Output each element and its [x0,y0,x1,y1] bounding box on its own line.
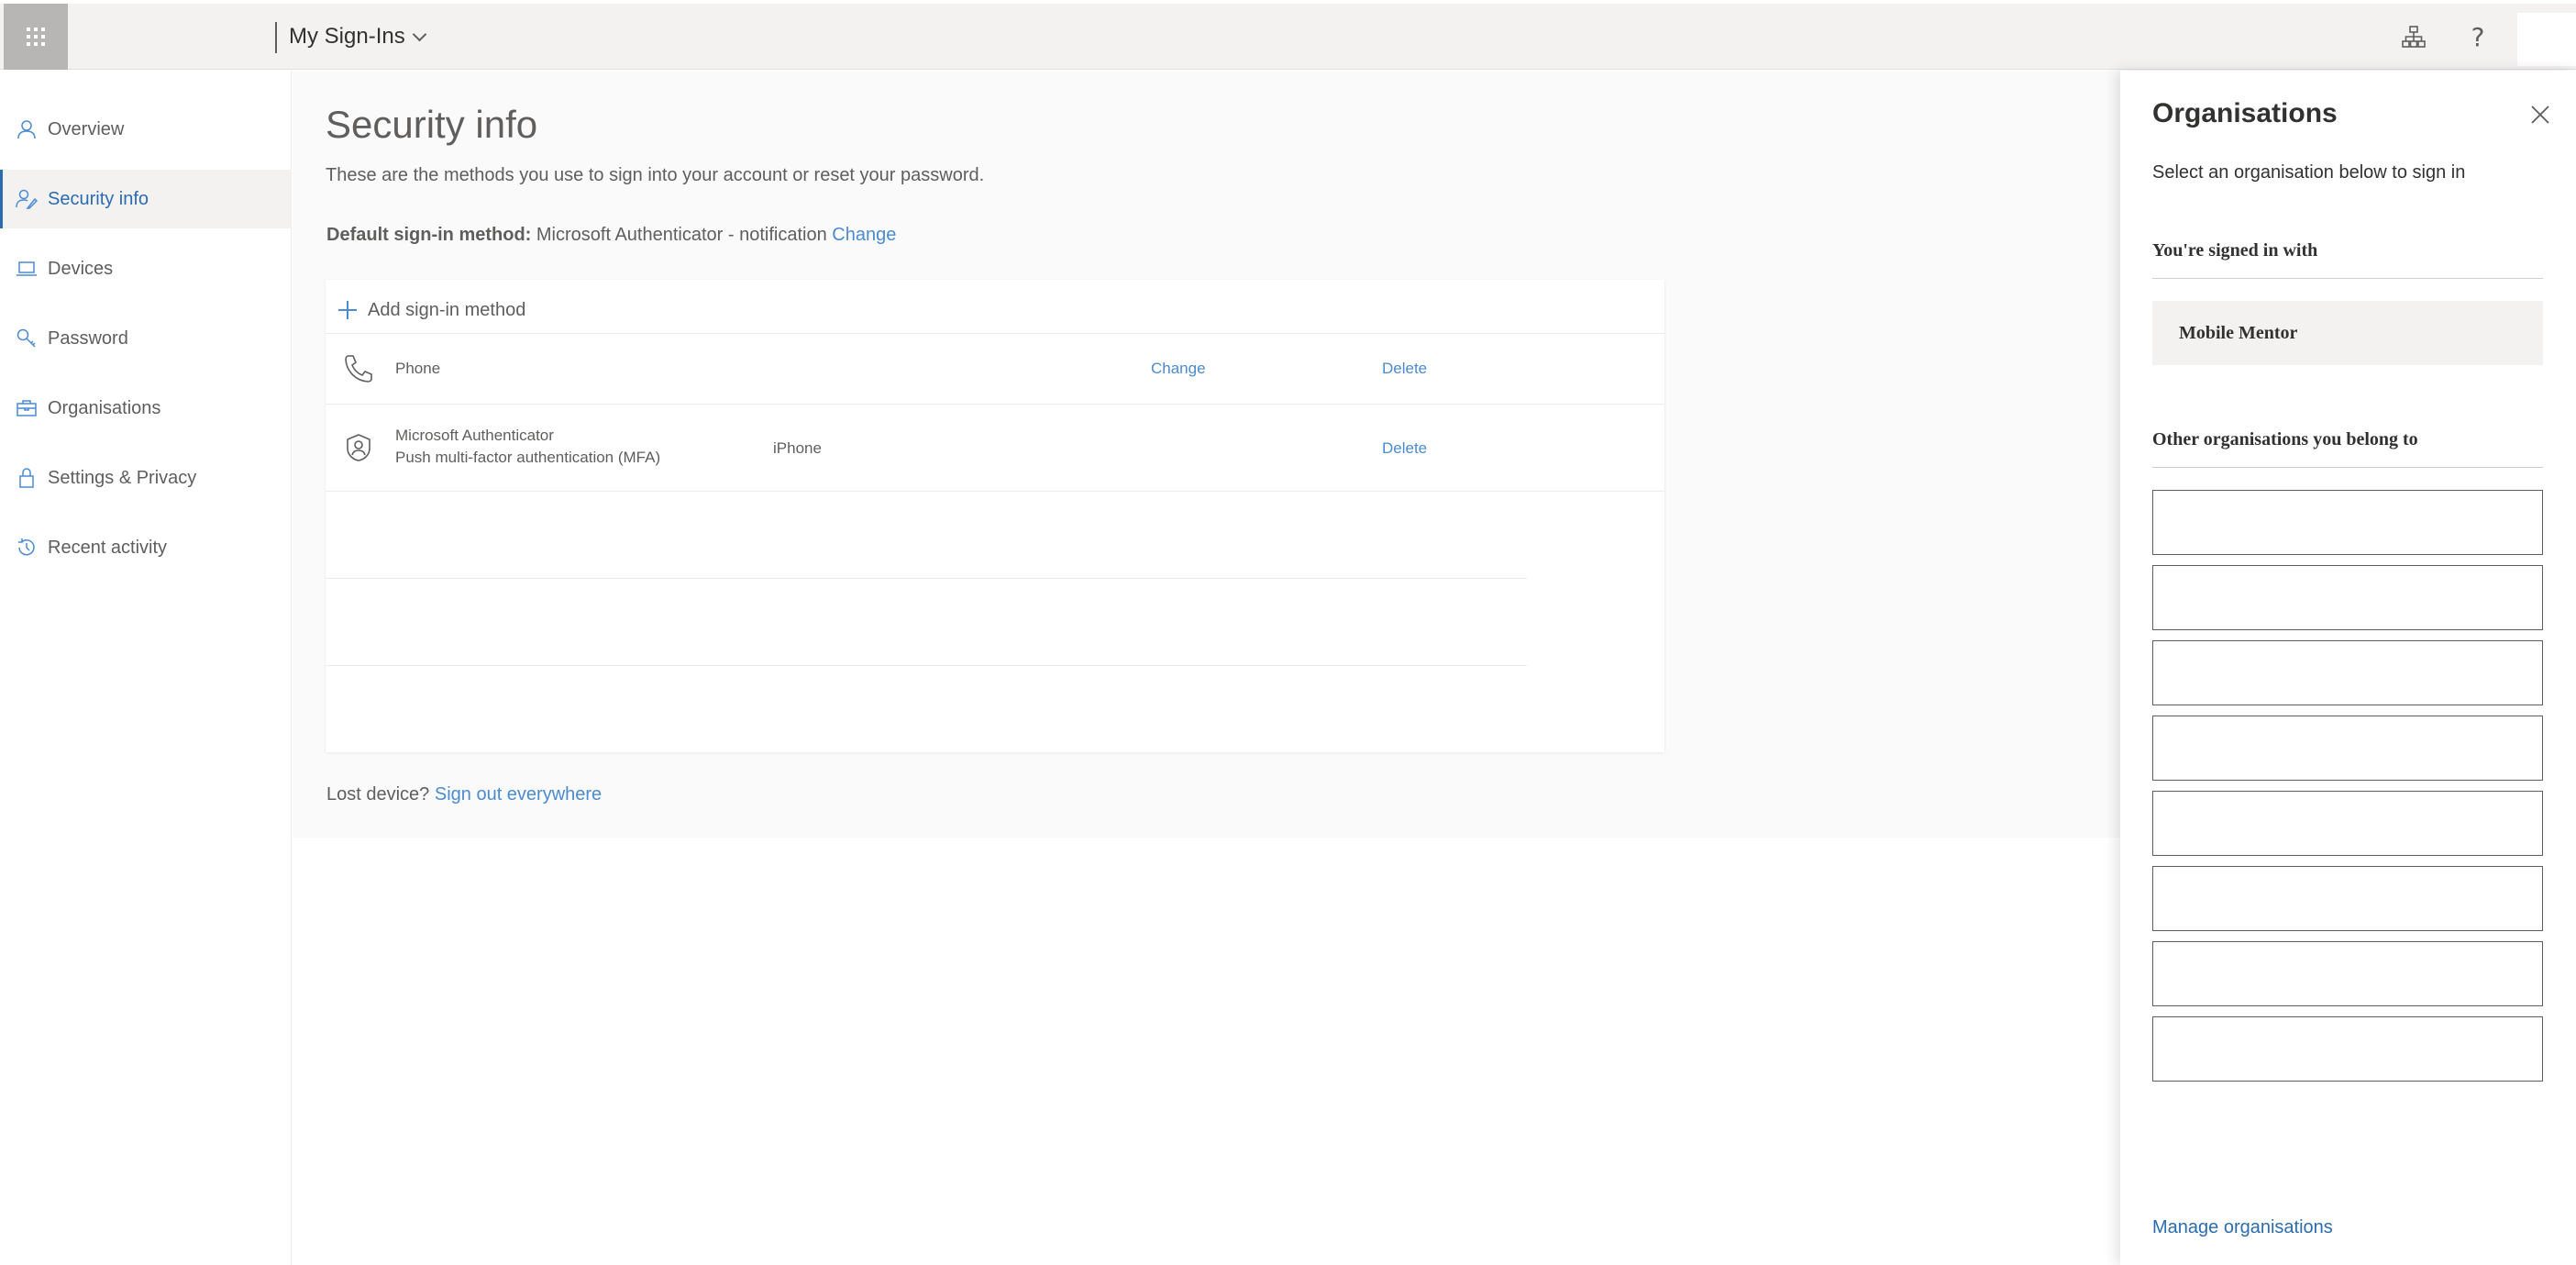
method-name: Microsoft Authenticator [395,427,554,444]
organisation-option[interactable] [2152,565,2543,630]
briefcase-icon [13,394,40,422]
chevron-down-icon [412,27,426,41]
sidebar-item-organisations[interactable]: Organisations [0,379,292,438]
sign-in-methods-card: Add sign-in method Phone Change Delete M… [326,280,1664,752]
app-frame: My Sign-Ins ? Overview Security info Dev… [0,0,2576,1265]
help-icon: ? [2471,21,2485,52]
lock-icon [13,464,40,492]
authenticator-icon [342,431,375,464]
sidebar-item-security-info[interactable]: Security info [0,170,292,228]
default-method-label: Default sign-in method: [326,225,532,245]
method-row-authenticator: Microsoft Authenticator Push multi-facto… [326,405,1664,491]
current-organisation[interactable]: Mobile Mentor [2152,301,2543,365]
top-bar: My Sign-Ins ? [0,4,2576,70]
method-device: iPhone [773,439,822,457]
other-orgs-heading: Other organisations you belong to [2152,429,2418,449]
organisations-panel: Organisations Select an organisation bel… [2120,71,2576,1265]
plus-icon [338,301,357,319]
phone-icon [342,352,375,385]
change-method-link[interactable]: Change [1151,360,1206,378]
sidebar: Overview Security info Devices Password … [0,71,292,1265]
app-title: My Sign-Ins [289,24,405,49]
help-button[interactable]: ? [2461,20,2494,53]
page-title: Security info [326,103,538,146]
delete-method-link[interactable]: Delete [1382,360,1427,378]
add-sign-in-method-button[interactable]: Add sign-in method [338,289,525,331]
sidebar-item-label: Settings & Privacy [48,467,197,488]
person-key-icon [13,185,40,213]
signed-in-heading: You're signed in with [2152,240,2318,261]
sidebar-item-label: Overview [48,118,125,139]
divider [326,578,1527,579]
delete-method-link[interactable]: Delete [1382,439,1427,458]
divider [326,665,1527,666]
divider [326,491,1664,492]
add-method-label: Add sign-in method [368,299,526,320]
lost-device: Lost device? Sign out everywhere [326,784,602,805]
title-divider [275,22,277,53]
key-icon [13,325,40,352]
sidebar-item-label: Password [48,327,128,349]
org-hierarchy-button[interactable] [2397,20,2430,53]
method-subtitle: Push multi-factor authentication (MFA) [395,449,661,466]
laptop-icon [13,255,40,283]
divider [2152,278,2543,279]
organisation-option[interactable] [2152,640,2543,705]
default-sign-in-method: Default sign-in method: Microsoft Authen… [326,225,896,246]
panel-subtitle: Select an organisation below to sign in [2152,162,2466,183]
close-icon [2531,105,2549,124]
manage-organisations-link[interactable]: Manage organisations [2152,1217,2333,1238]
sidebar-item-overview[interactable]: Overview [0,100,292,159]
sidebar-item-label: Security info [48,188,149,209]
account-button[interactable] [2517,13,2576,66]
lost-device-label: Lost device? [326,784,430,804]
organisation-option[interactable] [2152,716,2543,781]
history-icon [13,534,40,561]
change-default-method-link[interactable]: Change [832,225,896,245]
sign-out-everywhere-link[interactable]: Sign out everywhere [435,784,602,804]
sidebar-item-label: Organisations [48,397,161,418]
page-description: These are the methods you use to sign in… [326,165,985,185]
sidebar-item-label: Recent activity [48,537,168,558]
person-icon [13,116,40,143]
organisation-option[interactable] [2152,1016,2543,1082]
default-method-value: Microsoft Authenticator - notification [536,225,827,245]
organisation-option[interactable] [2152,941,2543,1006]
close-panel-button[interactable] [2524,98,2557,131]
divider [2152,467,2543,468]
organisation-option[interactable] [2152,490,2543,555]
sidebar-item-password[interactable]: Password [0,309,292,368]
method-row-phone: Phone Change Delete [326,334,1664,404]
app-launcher-button[interactable] [4,4,68,70]
sidebar-item-recent-activity[interactable]: Recent activity [0,518,292,577]
panel-title: Organisations [2152,98,2338,128]
organisation-option[interactable] [2152,866,2543,931]
app-switcher[interactable]: My Sign-Ins [289,24,426,50]
app-launcher-icon [27,28,45,46]
method-name: Phone [395,360,441,377]
sidebar-item-settings-privacy[interactable]: Settings & Privacy [0,449,292,507]
sidebar-item-label: Devices [48,258,114,279]
org-hierarchy-icon [2402,26,2426,48]
sidebar-item-devices[interactable]: Devices [0,239,292,298]
organisation-option[interactable] [2152,791,2543,856]
